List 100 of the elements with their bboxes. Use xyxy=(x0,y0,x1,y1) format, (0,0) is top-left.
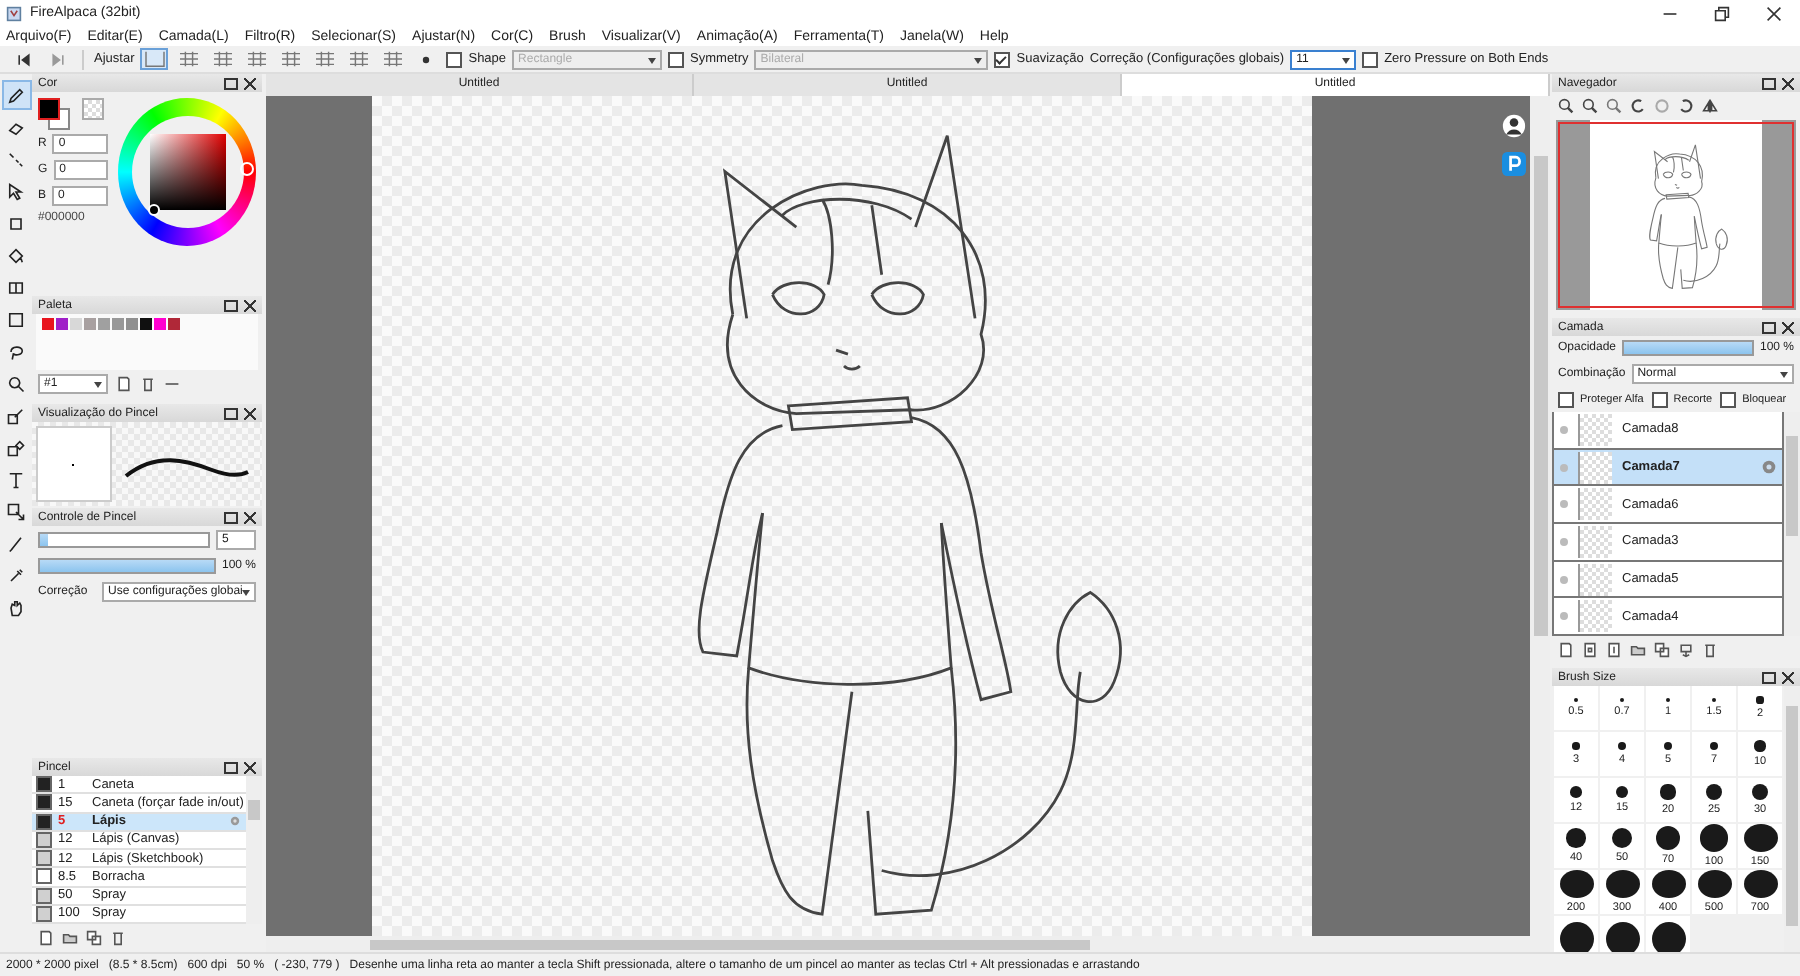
float-icon[interactable] xyxy=(224,761,238,773)
rotate-left-icon[interactable] xyxy=(1630,98,1646,114)
layer-opacity-slider[interactable] xyxy=(1622,340,1754,356)
copy-icon[interactable] xyxy=(1654,642,1670,658)
visibility-dot[interactable] xyxy=(1560,575,1568,584)
palette-swatch[interactable] xyxy=(112,318,124,330)
snap-button[interactable] xyxy=(378,48,407,70)
new-page-icon[interactable] xyxy=(38,930,54,946)
brush-opacity-slider[interactable] xyxy=(38,558,216,574)
merge-icon[interactable] xyxy=(1678,642,1694,658)
zero-pressure-checkbox[interactable] xyxy=(1362,51,1379,67)
zoom-out-icon[interactable] xyxy=(1582,98,1598,114)
layer-option-checkbox[interactable] xyxy=(1720,392,1737,408)
float-icon[interactable] xyxy=(1762,671,1776,683)
arrow-box-icon xyxy=(6,501,26,521)
new-page-icon[interactable] xyxy=(116,376,132,392)
scrollbar[interactable] xyxy=(1530,96,1550,936)
flip-icon[interactable] xyxy=(1702,98,1718,114)
float-icon[interactable] xyxy=(224,299,238,311)
p-logo-icon[interactable] xyxy=(1502,152,1526,176)
visibility-dot[interactable] xyxy=(1560,425,1568,434)
brush-size-preset[interactable] xyxy=(1554,916,1598,952)
float-icon[interactable] xyxy=(1762,321,1776,333)
close-icon[interactable] xyxy=(244,407,256,419)
close-icon[interactable] xyxy=(244,761,256,773)
marquee-icon xyxy=(6,309,26,329)
float-icon[interactable] xyxy=(1762,77,1776,89)
close-icon[interactable] xyxy=(244,77,256,89)
copy-icon[interactable] xyxy=(86,930,102,946)
snap-button[interactable] xyxy=(276,48,305,70)
folder-icon[interactable] xyxy=(1630,642,1646,658)
close-icon[interactable] xyxy=(1782,321,1794,333)
trash-icon[interactable] xyxy=(140,376,156,392)
zoom-fit-icon[interactable] xyxy=(1606,98,1622,114)
palette-swatch[interactable] xyxy=(154,318,166,330)
layer-option-checkbox[interactable] xyxy=(1558,392,1574,408)
dot-icon[interactable] xyxy=(418,51,435,67)
snap-button[interactable] xyxy=(140,48,169,70)
snap-button[interactable] xyxy=(208,48,237,70)
brush-tip-preview xyxy=(36,426,112,502)
snap-button[interactable] xyxy=(344,48,373,70)
palette-swatch[interactable] xyxy=(168,318,180,330)
bracket-icon xyxy=(143,50,166,68)
brush-size-preset[interactable] xyxy=(1600,916,1644,952)
visibility-dot[interactable] xyxy=(1560,612,1568,621)
tool-button[interactable] xyxy=(1,80,31,110)
gradient-icon xyxy=(6,277,26,297)
float-icon[interactable] xyxy=(224,407,238,419)
layer-thumbnail xyxy=(1578,600,1612,633)
palette-swatch[interactable] xyxy=(56,318,68,330)
float-icon[interactable] xyxy=(224,77,238,89)
close-icon[interactable] xyxy=(244,511,256,523)
palette-swatch[interactable] xyxy=(42,318,54,330)
restore-icon[interactable] xyxy=(1714,5,1730,21)
palette-swatch[interactable] xyxy=(98,318,110,330)
snap-button[interactable] xyxy=(174,48,203,70)
layer-thumbnail xyxy=(1578,563,1612,596)
snap-button[interactable] xyxy=(242,48,271,70)
layer-thumbnail xyxy=(1578,413,1612,446)
lasso-icon xyxy=(6,341,26,361)
close-icon[interactable] xyxy=(244,299,256,311)
new-layer-icon[interactable] xyxy=(1582,642,1598,658)
person-icon[interactable] xyxy=(1502,114,1526,138)
palette-swatch[interactable] xyxy=(126,318,138,330)
snap-button[interactable] xyxy=(310,48,339,70)
close-icon[interactable] xyxy=(1782,671,1794,683)
eraser-box-icon xyxy=(6,437,26,457)
new-layer-icon[interactable] xyxy=(1606,642,1622,658)
magnifier-icon xyxy=(6,373,26,393)
visibility-dot[interactable] xyxy=(1560,537,1568,546)
visibility-dot[interactable] xyxy=(1560,463,1568,471)
hand-icon xyxy=(6,597,26,617)
rotate-right-icon[interactable] xyxy=(1678,98,1694,114)
trash-icon[interactable] xyxy=(110,930,126,946)
folder-icon[interactable] xyxy=(62,930,78,946)
zoom-in-icon[interactable] xyxy=(1558,98,1574,114)
new-layer-icon[interactable] xyxy=(1558,642,1574,658)
palette-swatch[interactable] xyxy=(70,318,82,330)
visibility-dot[interactable] xyxy=(1560,500,1568,509)
foreground-background-swatches[interactable] xyxy=(38,98,70,128)
square-icon xyxy=(6,213,26,233)
cursor-icon xyxy=(6,181,26,201)
scrollbar[interactable] xyxy=(266,936,1550,952)
brush-size-slider[interactable] xyxy=(38,532,210,548)
palette-swatch[interactable] xyxy=(140,318,152,330)
gear-icon[interactable] xyxy=(1760,458,1778,476)
trash-icon[interactable] xyxy=(1702,642,1718,658)
layer-option-checkbox[interactable] xyxy=(1651,392,1668,408)
transparent-swatch[interactable] xyxy=(82,98,104,120)
text-icon xyxy=(6,469,26,489)
float-icon[interactable] xyxy=(224,511,238,523)
smoothing-checkbox[interactable] xyxy=(994,51,1011,67)
brush-size-preset[interactable] xyxy=(1646,916,1690,952)
grid-icon xyxy=(177,50,200,68)
close-icon[interactable] xyxy=(1782,77,1794,89)
eyedropper-icon xyxy=(6,565,26,585)
close-icon[interactable] xyxy=(1766,5,1782,21)
grid-icon xyxy=(279,50,302,68)
undo-icon[interactable] xyxy=(16,51,32,67)
palette-swatch[interactable] xyxy=(84,318,96,330)
